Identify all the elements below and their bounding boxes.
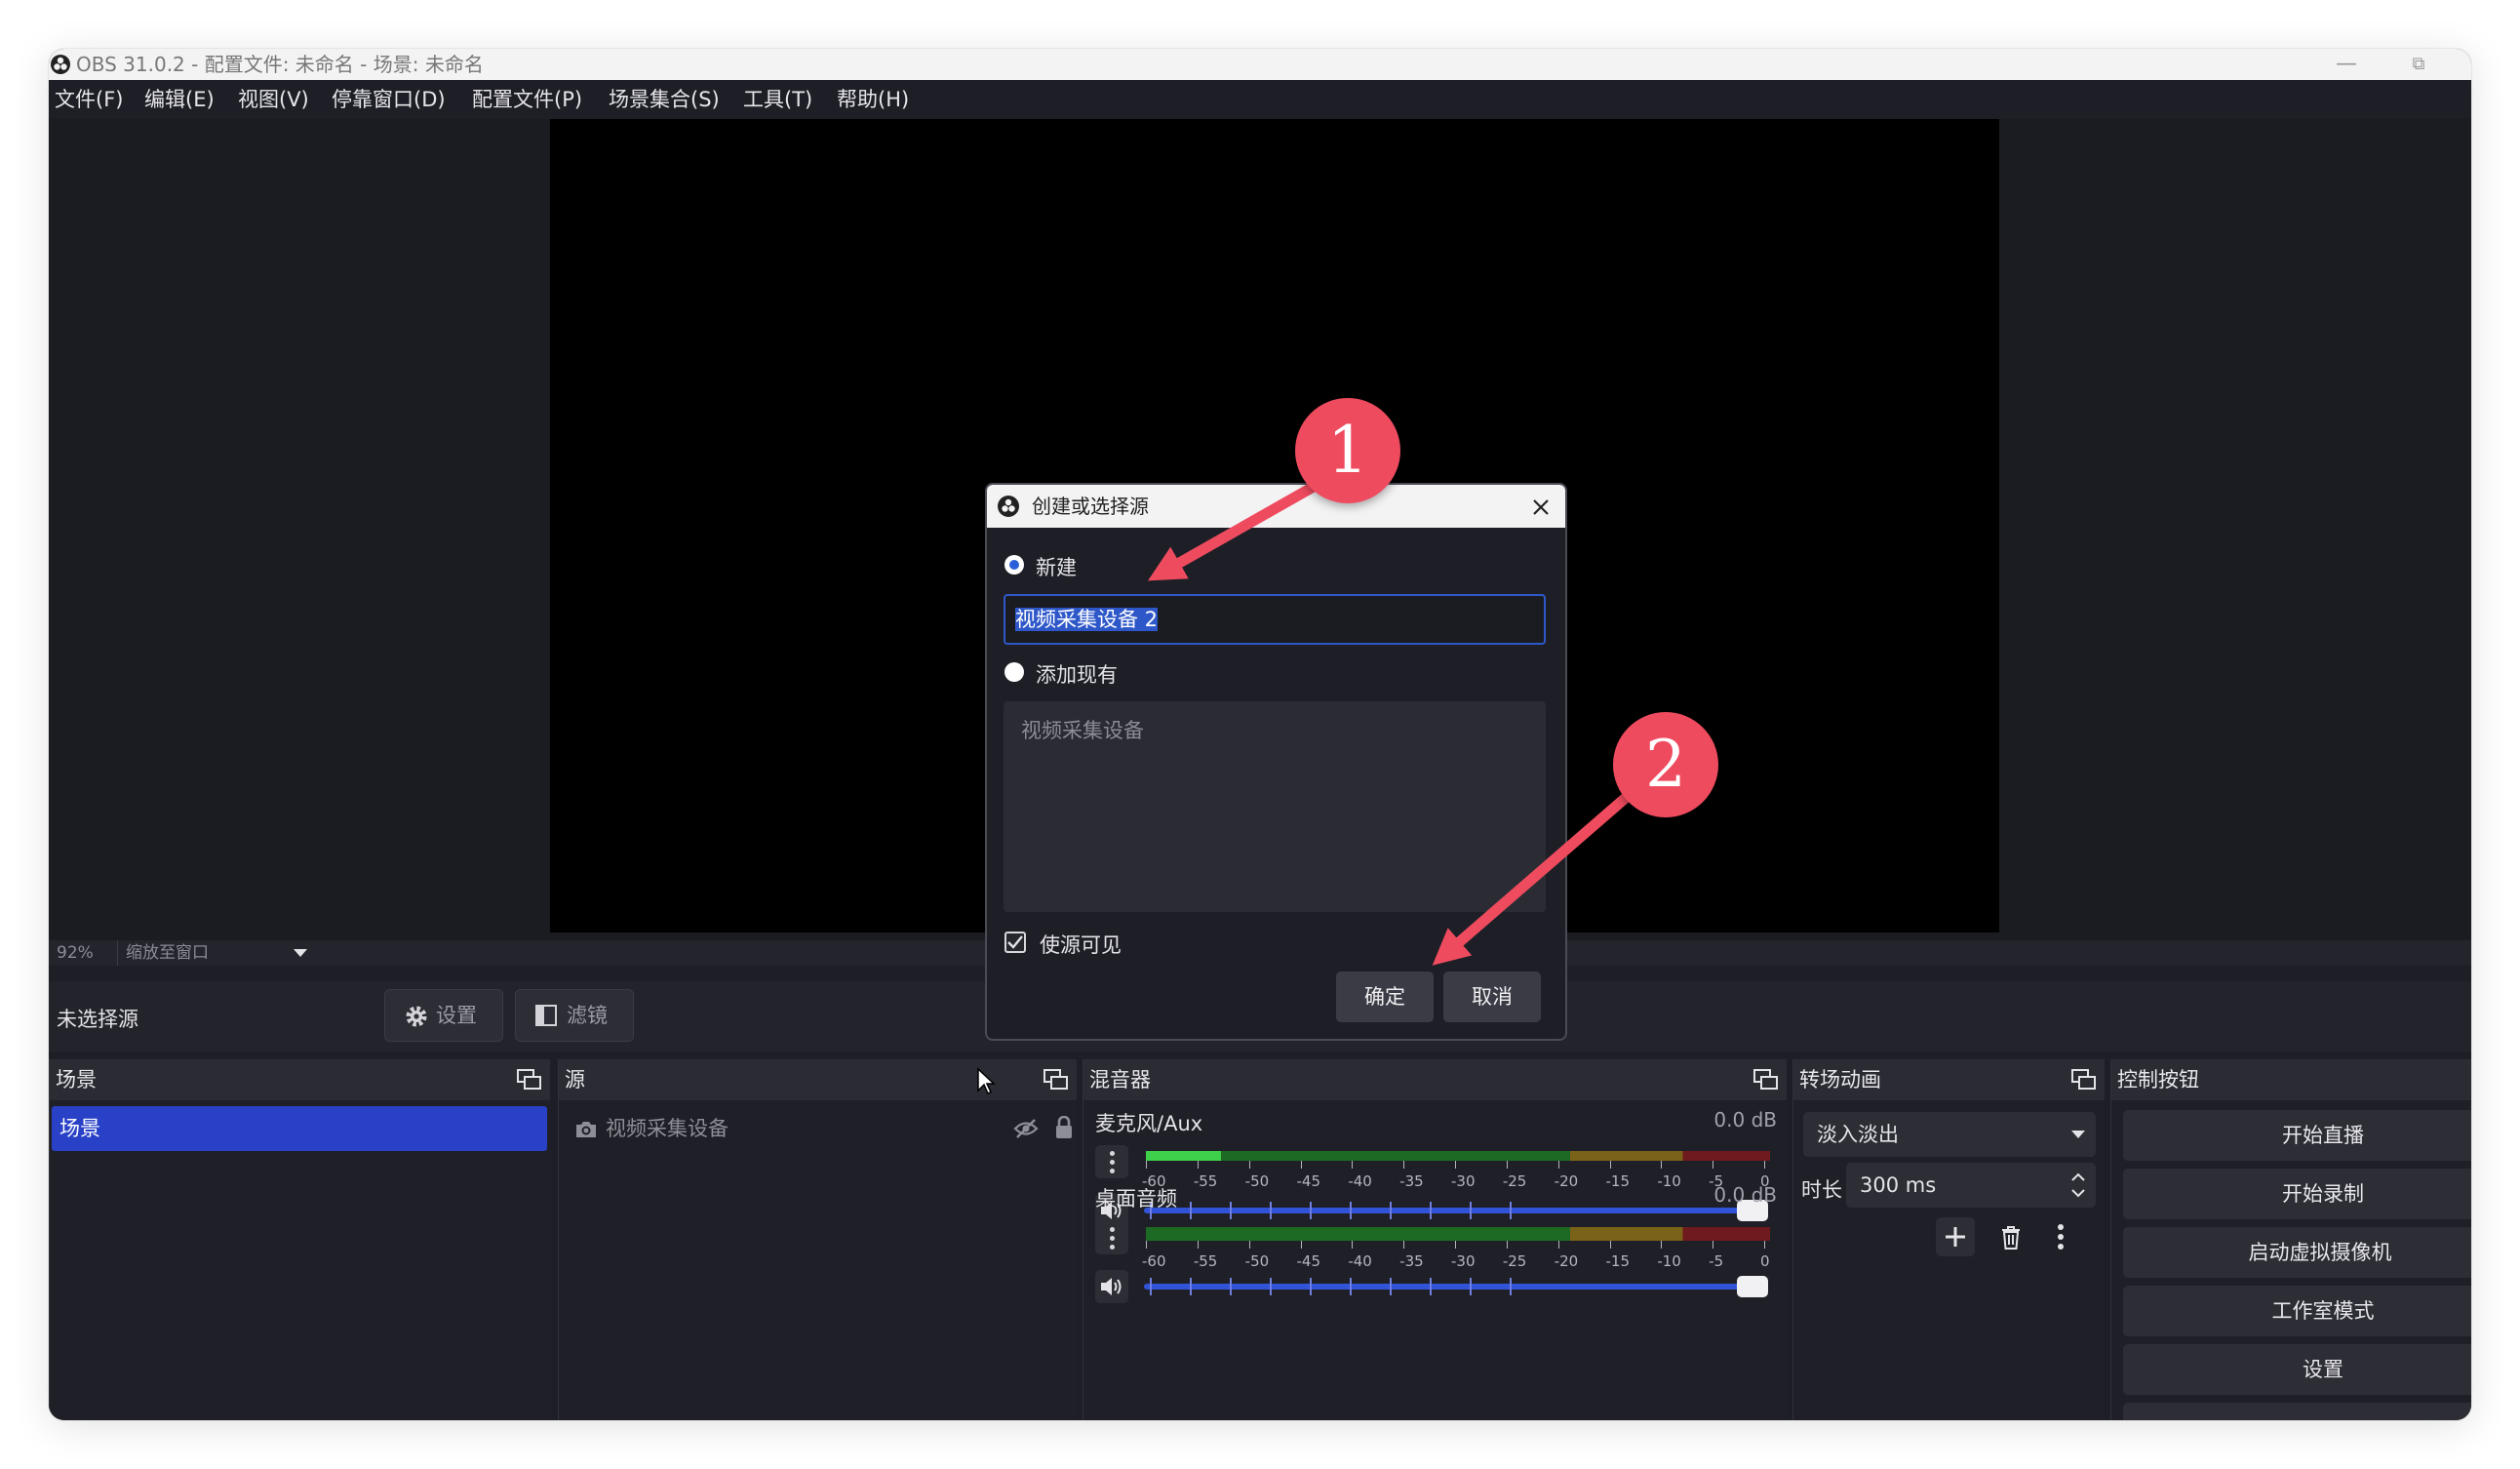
annotation-arrow-1 bbox=[1147, 482, 1318, 581]
annotation-callout-1: 1 bbox=[1295, 398, 1400, 503]
annotation-arrows bbox=[1147, 482, 1640, 966]
annotation-arrow-2 bbox=[1432, 784, 1640, 966]
annotation-callout-2: 2 bbox=[1613, 712, 1718, 817]
